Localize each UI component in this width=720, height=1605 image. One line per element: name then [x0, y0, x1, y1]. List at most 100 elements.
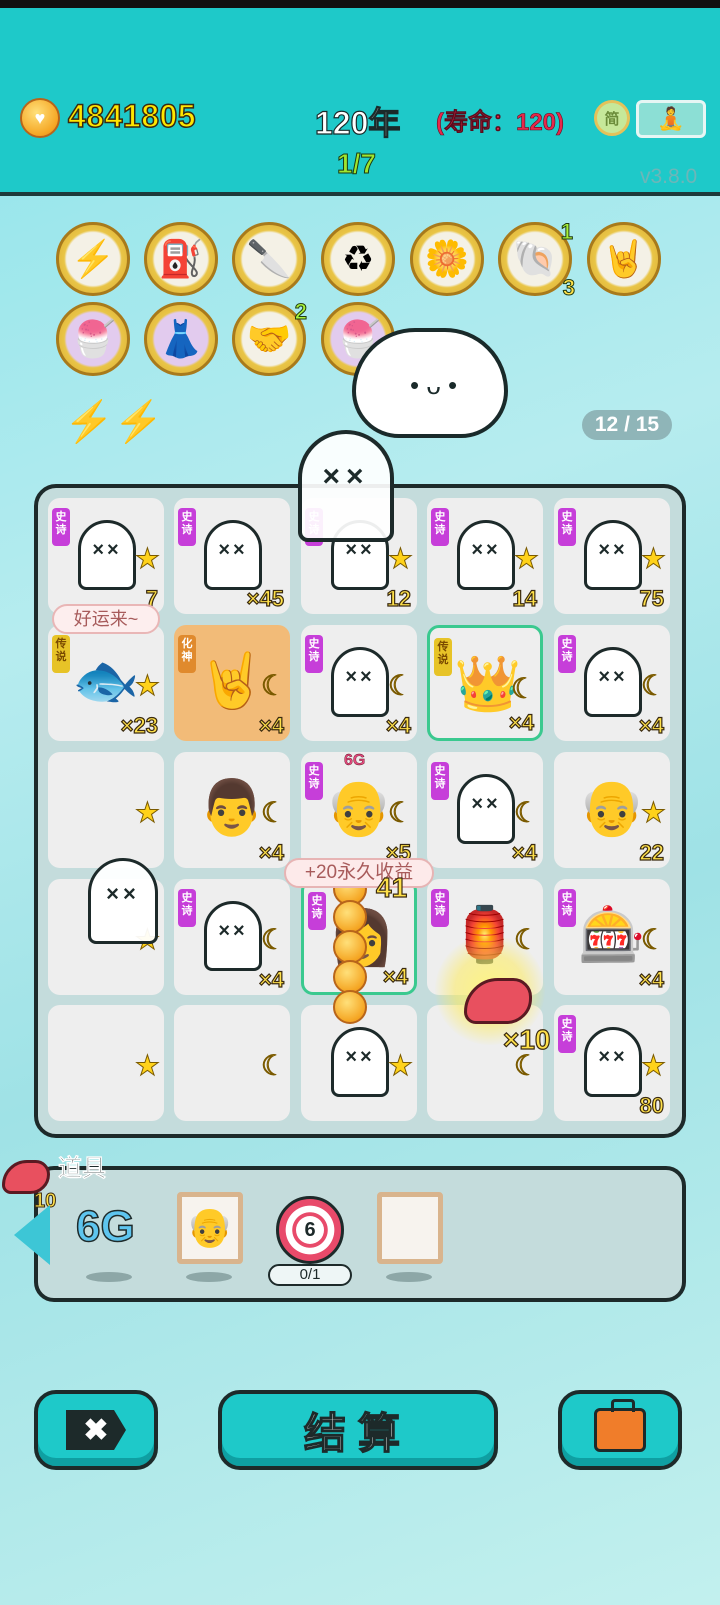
- target-tool[interactable]: 6: [276, 1196, 344, 1264]
- star-icon: ★: [640, 1050, 666, 1082]
- ghost-icon: ××: [584, 647, 642, 717]
- income-popup: +20永久收益: [284, 858, 434, 888]
- relic-slot[interactable]: 🔪: [232, 222, 306, 296]
- item-icon: 🎰: [578, 905, 646, 965]
- portrait-frame-tool[interactable]: 👴: [177, 1192, 243, 1264]
- rarity-tag: 史诗: [431, 762, 449, 800]
- coin-icon: ♥: [20, 98, 60, 138]
- relic-slot[interactable]: 🤝 2: [232, 299, 308, 376]
- moon-icon: ☾: [260, 1050, 286, 1082]
- board-cell[interactable]: 传说 👑 ☾ ×4: [427, 625, 543, 741]
- status-bar: [0, 0, 720, 8]
- relic-slot[interactable]: 👗: [144, 302, 218, 376]
- relic-badge-secondary: 3: [562, 275, 575, 301]
- board-cell[interactable]: 史诗 ×× ☾ ×4: [554, 625, 670, 741]
- tool-shadow: [186, 1272, 232, 1282]
- rarity-tag: 史诗: [558, 1015, 576, 1053]
- relic-slot[interactable]: 🐚 1 3: [498, 219, 576, 301]
- moon-icon: ☾: [640, 924, 666, 956]
- relic-badge: 2: [294, 299, 307, 325]
- rock-hand-relic-icon: 🤘: [601, 238, 647, 279]
- flower-pot-relic-icon: 🌼: [424, 238, 470, 279]
- tool-6g[interactable]: 6G: [75, 1201, 135, 1252]
- relic-slot[interactable]: 🍧: [56, 302, 130, 376]
- rarity-tag: 史诗: [558, 889, 576, 927]
- board-cell[interactable]: ★: [48, 1005, 164, 1121]
- briefcase-icon: [594, 1399, 646, 1452]
- year-display: 120年: [314, 104, 401, 141]
- relic-slot[interactable]: 🌼: [410, 222, 484, 296]
- speech-bubble: 好运来~: [52, 604, 160, 634]
- board-cell[interactable]: 化神 🤘 ☾ ×4: [174, 625, 290, 741]
- settle-button[interactable]: 结算: [218, 1390, 498, 1470]
- rarity-tag: 史诗: [305, 762, 323, 800]
- meditation-icon: 🧘: [657, 106, 685, 131]
- board-cell[interactable]: 传说 🐟 ★ ×23: [48, 625, 164, 741]
- relic-slot[interactable]: ⚡: [56, 222, 130, 296]
- board-cell[interactable]: 史诗 ×× ☾ ×4: [301, 625, 417, 741]
- meditate-button[interactable]: 🧘: [636, 100, 706, 138]
- star-icon: ★: [387, 1050, 413, 1082]
- bowls-relic-icon: 🍧: [70, 318, 116, 359]
- simplified-chinese-button[interactable]: 简: [594, 100, 630, 136]
- relic-slot[interactable]: ⛽: [144, 222, 218, 296]
- cell-count: ×4: [258, 712, 284, 738]
- ghost-icon: ××: [457, 774, 515, 844]
- rarity-tag: 史诗: [178, 889, 196, 927]
- moon-icon: ☾: [387, 797, 413, 829]
- cell-count: ×4: [508, 709, 534, 735]
- board-cell[interactable]: ×× ★: [301, 1005, 417, 1121]
- board-cell[interactable]: 👴 ★ 22: [554, 752, 670, 868]
- star-icon: ★: [513, 543, 539, 575]
- cell-count: ×4: [258, 966, 284, 992]
- board-cell[interactable]: 史诗 🎰 ☾ ×4: [554, 879, 670, 995]
- moon-icon: ☾: [510, 673, 536, 705]
- cell-count: ×4: [638, 712, 664, 738]
- board-cell[interactable]: 史诗 ×× ×45: [174, 498, 290, 614]
- board-cell[interactable]: 史诗 ×× ★ 7: [48, 498, 164, 614]
- cloud-mascot-icon: • ᴗ •: [352, 328, 508, 438]
- star-icon: ★: [387, 543, 413, 575]
- quit-button[interactable]: ✖: [34, 1390, 158, 1470]
- cell-6g-label: 6G: [344, 752, 366, 769]
- item-icon: 🤘: [198, 651, 266, 711]
- rarity-tag: 史诗: [558, 508, 576, 546]
- cell-count: 12: [386, 585, 412, 611]
- cell-count: 80: [639, 1092, 665, 1118]
- round-display: 1/7: [337, 148, 377, 180]
- board-cell[interactable]: 史诗 ×× ☾ ×4: [427, 752, 543, 868]
- cell-count: 75: [639, 585, 665, 611]
- board-cell[interactable]: 史诗 ×× ☾ ×4: [174, 879, 290, 995]
- board-cell[interactable]: 史诗 ×× ★ 14: [427, 498, 543, 614]
- relic-slot[interactable]: 🤘: [587, 222, 661, 296]
- tool-shadow: [386, 1272, 432, 1282]
- board-cell[interactable]: 史诗 ×× ★ 75: [554, 498, 670, 614]
- item-icon: 🐟: [72, 651, 140, 711]
- ghost-icon: ××: [584, 1027, 642, 1097]
- rarity-tag: 史诗: [431, 508, 449, 546]
- close-icon: ✖: [66, 1410, 126, 1450]
- shell-relic-icon: 🐚: [512, 238, 558, 279]
- board-cell[interactable]: ☾: [174, 1005, 290, 1121]
- cell-count: 22: [639, 839, 665, 865]
- ghost-icon: ××: [457, 520, 515, 590]
- rarity-tag: 史诗: [308, 892, 326, 930]
- board-cell[interactable]: ★: [48, 752, 164, 868]
- ghost-icon: ××: [78, 520, 136, 590]
- ghost-icon: ××: [204, 520, 262, 590]
- moon-icon: ☾: [387, 670, 413, 702]
- cell-count: ×45: [246, 585, 285, 611]
- ghost-icon: ××: [331, 647, 389, 717]
- liver-tool-icon[interactable]: [2, 1160, 50, 1194]
- board-cell[interactable]: 👨 ☾ ×4: [174, 752, 290, 868]
- inventory-button[interactable]: [558, 1390, 682, 1470]
- coin-stack-icon: [333, 990, 367, 1024]
- relic-slot[interactable]: ♻: [321, 222, 395, 296]
- scroll-left-arrow-icon[interactable]: [14, 1205, 50, 1265]
- star-icon: ★: [640, 543, 666, 575]
- board-cell[interactable]: 史诗 ×× ★ 80: [554, 1005, 670, 1121]
- moon-icon: ☾: [260, 670, 286, 702]
- star-icon: ★: [134, 670, 160, 702]
- moon-icon: ☾: [260, 797, 286, 829]
- empty-frame-tool[interactable]: [377, 1192, 443, 1264]
